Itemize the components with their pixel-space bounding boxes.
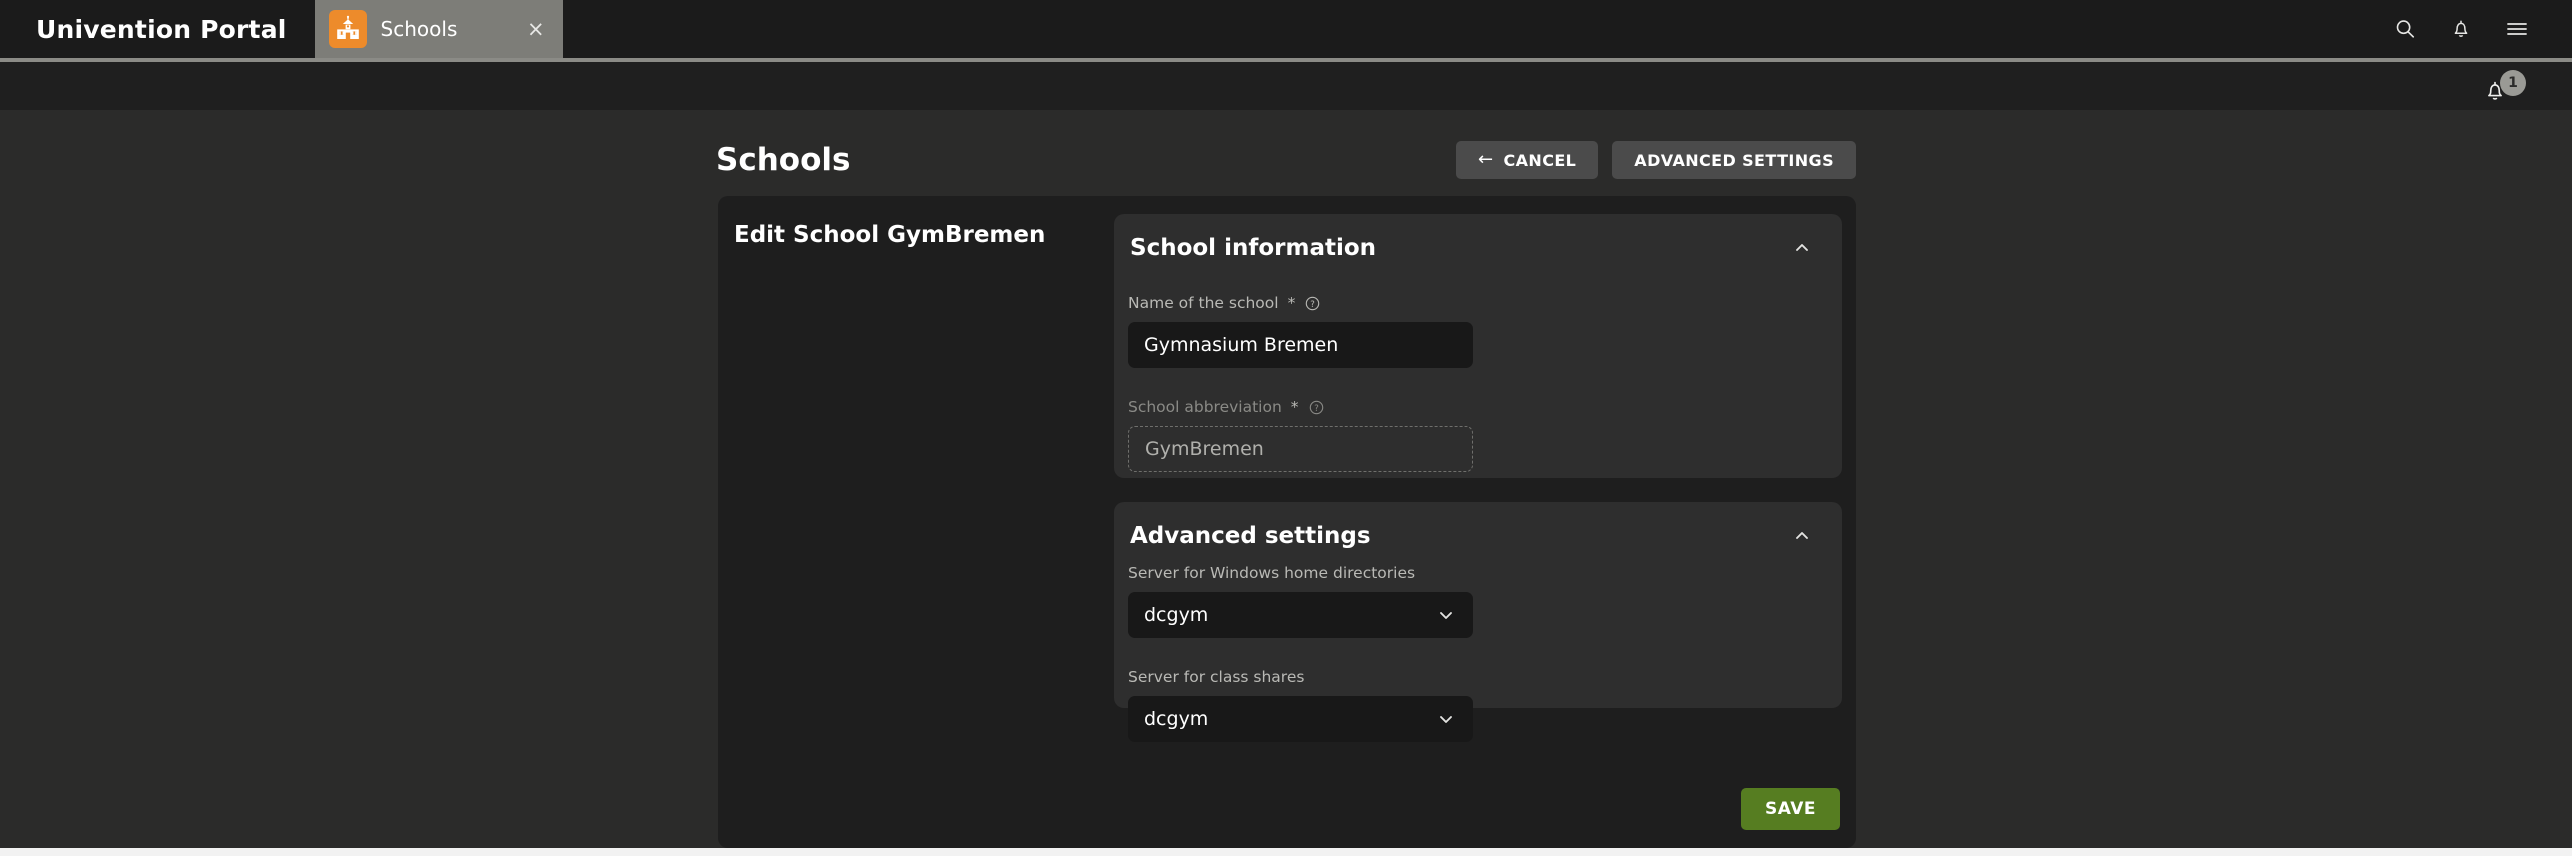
chevron-down-icon: [1435, 604, 1457, 626]
page-title: Schools: [716, 142, 851, 178]
panel-school-information: School information Name of the school *: [1114, 214, 1842, 478]
label-text: Server for Windows home directories: [1128, 564, 1416, 582]
field-server-class-shares-label: Server for class shares: [1128, 668, 1828, 686]
panel-school-information-header[interactable]: School information: [1114, 214, 1842, 282]
school-abbreviation-input: GymBremen: [1128, 426, 1473, 472]
panel-advanced-settings: Advanced settings Server for Windows hom…: [1114, 502, 1842, 742]
page-header: Schools ← CANCEL ADVANCED SETTINGS: [716, 132, 1856, 188]
label-text: Name of the school: [1128, 294, 1279, 312]
page-content: Schools ← CANCEL ADVANCED SETTINGS Edit …: [0, 110, 2572, 856]
notification-indicator[interactable]: 1: [2482, 70, 2536, 106]
svg-text:?: ?: [1311, 299, 1316, 309]
field-name-of-the-school-label: Name of the school * ?: [1128, 294, 1828, 312]
save-button[interactable]: SAVE: [1740, 788, 1840, 830]
chevron-up-icon[interactable]: [1790, 524, 1814, 548]
sub-header-bar: 1: [0, 62, 2572, 110]
field-server-class-shares: Server for class shares dcgym: [1128, 668, 1828, 742]
edit-school-card: Edit School GymBremen School information…: [718, 196, 1856, 848]
field-server-windows-home-directories: Server for Windows home directories dcgy…: [1128, 564, 1828, 638]
tab-label: Schools: [380, 17, 458, 41]
portal-brand-title: Univention Portal: [36, 14, 287, 44]
field-server-windows-home-directories-label: Server for Windows home directories: [1128, 564, 1828, 582]
required-marker: *: [1287, 294, 1296, 312]
card-title: Edit School GymBremen: [734, 222, 1046, 248]
server-windows-home-directories-select[interactable]: dcgym: [1128, 592, 1473, 638]
chevron-up-icon[interactable]: [1790, 236, 1814, 260]
field-school-abbreviation-label: School abbreviation * ?: [1128, 398, 1828, 416]
label-text: School abbreviation: [1128, 398, 1282, 416]
name-of-the-school-input[interactable]: Gymnasium Bremen: [1128, 322, 1473, 368]
back-arrow-icon: ←: [1478, 149, 1494, 170]
required-marker: *: [1290, 398, 1299, 416]
top-bar: Univention Portal Schools ×: [0, 0, 2572, 58]
page-header-actions: ← CANCEL ADVANCED SETTINGS: [1456, 141, 1856, 179]
top-bar-spacer: [563, 0, 2390, 58]
field-school-abbreviation: School abbreviation * ? GymBremen: [1128, 398, 1828, 472]
school-building-icon: [328, 10, 367, 48]
tab-close-icon[interactable]: ×: [521, 15, 551, 44]
server-class-shares-select[interactable]: dcgym: [1128, 696, 1473, 742]
selected-value: dcgym: [1144, 604, 1209, 626]
help-icon[interactable]: ?: [1308, 399, 1325, 416]
hamburger-menu-icon[interactable]: [2502, 14, 2532, 44]
cancel-button-label: CANCEL: [1503, 150, 1577, 170]
search-icon[interactable]: [2390, 14, 2420, 44]
cancel-button[interactable]: ← CANCEL: [1456, 141, 1599, 179]
selected-value: dcgym: [1144, 708, 1209, 730]
panel-advanced-settings-title: Advanced settings: [1130, 523, 1371, 549]
panel-school-information-title: School information: [1130, 235, 1377, 261]
top-bar-actions: [2390, 0, 2572, 58]
field-name-of-the-school: Name of the school * ? Gymnasium Bremen: [1128, 294, 1828, 368]
tab-schools[interactable]: Schools ×: [314, 0, 563, 58]
svg-text:?: ?: [1314, 403, 1319, 413]
help-icon[interactable]: ?: [1304, 295, 1321, 312]
advanced-settings-button-label: ADVANCED SETTINGS: [1634, 150, 1834, 170]
chevron-down-icon: [1435, 708, 1457, 730]
page-bottom-edge: [0, 848, 2572, 856]
advanced-settings-button[interactable]: ADVANCED SETTINGS: [1612, 141, 1856, 179]
notifications-icon[interactable]: [2446, 14, 2476, 44]
notification-count-badge: 1: [2500, 70, 2526, 96]
panel-advanced-settings-header[interactable]: Advanced settings: [1114, 502, 1842, 570]
label-text: Server for class shares: [1128, 668, 1305, 686]
app-window: Univention Portal Schools × 1 Schools ← …: [0, 0, 2572, 856]
